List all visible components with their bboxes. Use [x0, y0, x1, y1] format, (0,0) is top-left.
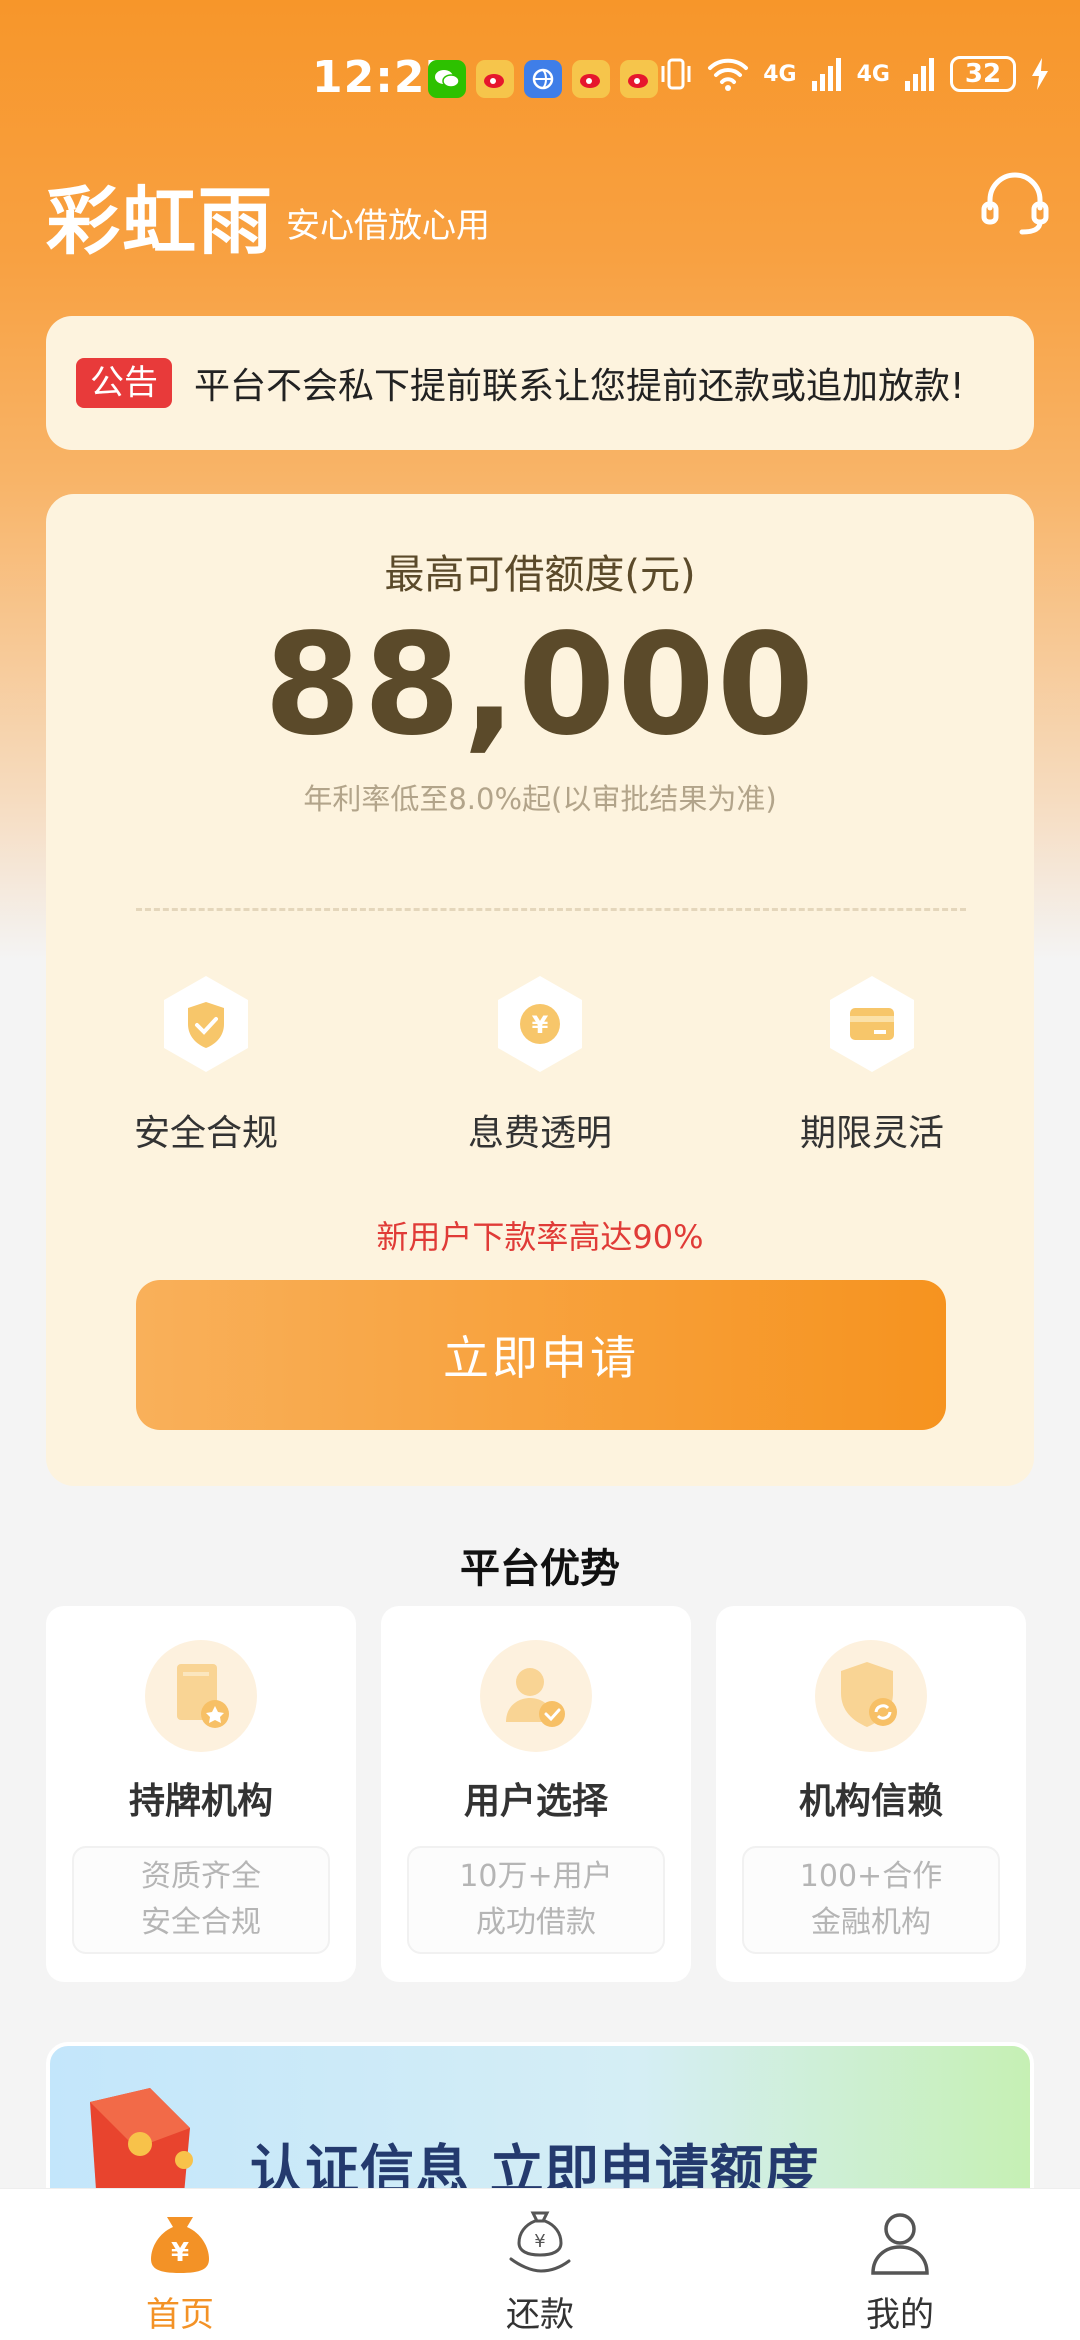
- profile-icon: [871, 2213, 929, 2275]
- feature-item: 期限灵活: [752, 972, 992, 1156]
- advantage-desc-line: 100+合作: [799, 1859, 943, 1894]
- advantage-card: 用户选择 10万+用户 成功借款: [381, 1606, 691, 1982]
- user-check-icon: [480, 1640, 592, 1752]
- advantage-description: 100+合作 金融机构: [742, 1846, 1000, 1954]
- interest-rate-note: 年利率低至8.0%起(以审批结果为准): [303, 782, 777, 816]
- customer-service-icon[interactable]: [980, 168, 1050, 238]
- advantage-name: 持牌机构: [128, 1781, 273, 1822]
- advantage-name: 用户选择: [463, 1781, 608, 1822]
- advantage-description: 10万+用户 成功借款: [407, 1846, 665, 1954]
- svg-text:¥: ¥: [532, 1011, 549, 1039]
- advantage-card: 机构信赖 100+合作 金融机构: [716, 1606, 1026, 1982]
- status-right: 4G 4G 32: [659, 56, 1050, 92]
- app-subtitle: 安心借放心用: [286, 206, 490, 246]
- nav-label: 还款: [506, 2295, 574, 2335]
- advantage-desc-line: 10万+用户: [459, 1859, 613, 1894]
- credit-limit-amount: 88,000: [263, 604, 817, 767]
- vibrate-icon: [661, 58, 691, 90]
- dashed-divider: [136, 908, 966, 911]
- signal-icon: [811, 58, 841, 91]
- weibo-icon: [572, 60, 610, 98]
- advantage-desc-line: 成功借款: [476, 1905, 596, 1940]
- svg-text:¥: ¥: [534, 2231, 545, 2252]
- wifi-icon: [708, 58, 749, 91]
- advantages-title: 平台优势: [460, 1546, 620, 1592]
- notification-icons: [428, 60, 658, 98]
- nav-label: 我的: [866, 2295, 934, 2335]
- charging-icon: [1032, 58, 1048, 90]
- wechat-icon: [428, 60, 466, 98]
- feature-item: 安全合规: [86, 972, 326, 1156]
- feature-label: 安全合规: [133, 1113, 278, 1154]
- home-moneybag-icon: ¥: [151, 2217, 209, 2273]
- app-title: 彩虹雨: [46, 179, 274, 265]
- feature-label: 息费透明: [467, 1113, 612, 1154]
- announcement-badge: 公告: [76, 358, 172, 408]
- repay-icon: ¥: [509, 2211, 571, 2273]
- bottom-nav: ¥ 首页 ¥ 还款 我的: [0, 2188, 1080, 2340]
- promo-text: 新用户下款率高达90%: [376, 1218, 704, 1256]
- signal-label-2: 4G: [856, 61, 890, 87]
- advantage-desc-line: 金融机构: [811, 1905, 931, 1940]
- signal-label-1: 4G: [763, 61, 797, 87]
- shield-trust-icon: [815, 1640, 927, 1752]
- advantage-desc-line: 资质齐全: [141, 1859, 261, 1894]
- nav-item-repay[interactable]: ¥ 还款: [440, 2207, 640, 2336]
- shield-check-icon: [164, 976, 248, 1072]
- credit-limit-label: 最高可借额度(元): [384, 552, 696, 598]
- advantage-desc-line: 安全合规: [141, 1905, 261, 1940]
- status-bar: 12:27 4G 4G 32: [0, 0, 1080, 160]
- page: 12:27 4G 4G 32 彩虹雨 安心借放心用 公告 平台不会私下提前联系让…: [0, 0, 1080, 2340]
- signal-icon: [905, 58, 934, 91]
- announcement-text: 平台不会私下提前联系让您提前还款或追加放款!: [194, 366, 965, 407]
- licensed-icon: [145, 1640, 257, 1752]
- feature-list: 安全合规 ¥ 息费透明 期限灵活: [46, 972, 1034, 1172]
- svg-text:¥: ¥: [171, 2238, 189, 2268]
- nav-item-home[interactable]: ¥ 首页: [80, 2207, 280, 2336]
- advantage-name: 机构信赖: [798, 1781, 943, 1822]
- weibo-icon: [620, 60, 658, 98]
- advantage-card: 持牌机构 资质齐全 安全合规: [46, 1606, 356, 1982]
- feature-label: 期限灵活: [799, 1113, 944, 1154]
- nav-item-profile[interactable]: 我的: [800, 2207, 1000, 2336]
- browser-icon: [524, 60, 562, 98]
- feature-item: ¥ 息费透明: [420, 972, 660, 1156]
- loan-card: 最高可借额度(元) 88,000 年利率低至8.0%起(以审批结果为准) 安全合…: [46, 494, 1034, 1486]
- advantage-description: 资质齐全 安全合规: [72, 1846, 330, 1954]
- nav-label: 首页: [146, 2295, 214, 2335]
- card-icon: [830, 976, 914, 1072]
- yuan-coin-icon: ¥: [498, 976, 582, 1072]
- battery-indicator: 32: [950, 56, 1016, 92]
- weibo-icon: [476, 60, 514, 98]
- announcement-bar[interactable]: 公告 平台不会私下提前联系让您提前还款或追加放款!: [46, 316, 1034, 450]
- apply-now-button[interactable]: 立即申请: [136, 1280, 946, 1430]
